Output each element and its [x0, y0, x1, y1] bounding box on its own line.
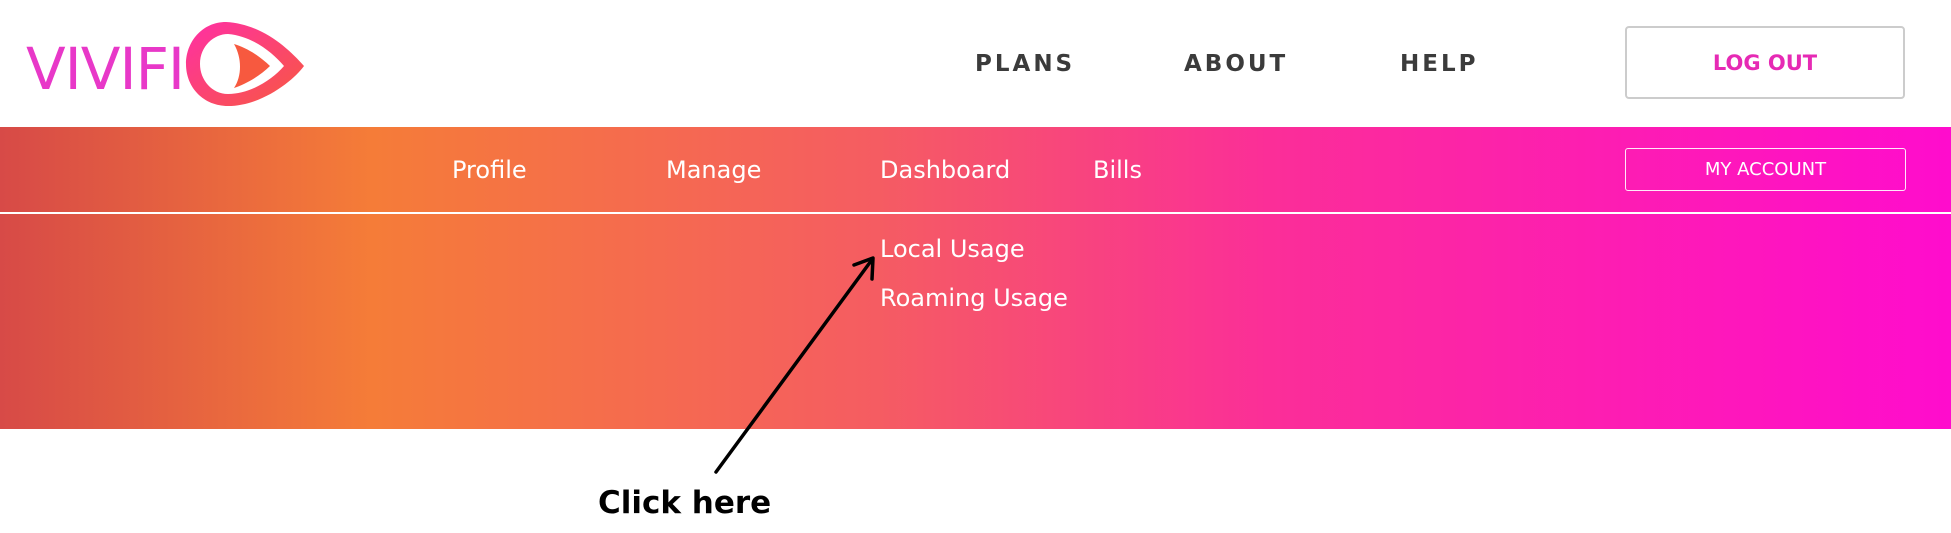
nav-about-link[interactable]: ABOUT [1184, 50, 1288, 78]
logo-mark-icon [186, 22, 304, 106]
nav-plans-link[interactable]: PLANS [975, 50, 1075, 78]
subnav-profile-link[interactable]: Profile [452, 155, 527, 185]
dropdown-roaming-usage-link[interactable]: Roaming Usage [880, 283, 1068, 313]
subnav-divider [0, 212, 1951, 214]
nav-help-link[interactable]: HELP [1400, 50, 1478, 78]
subnav-manage-link[interactable]: Manage [666, 155, 761, 185]
my-account-button[interactable]: MY ACCOUNT [1625, 148, 1906, 191]
vivifi-logo[interactable]: VIVIFI [26, 18, 304, 110]
logo-text: VIVIFI [26, 35, 185, 103]
dropdown-local-usage-link[interactable]: Local Usage [880, 234, 1025, 264]
annotation-label: Click here [598, 485, 772, 521]
site-header: VIVIFI PLANS ABOUT HELP LOG OUT [0, 0, 1951, 127]
account-menu-band: Profile Manage Dashboard Bills MY ACCOUN… [0, 127, 1951, 429]
subnav-dashboard-link[interactable]: Dashboard [880, 155, 1010, 185]
logout-button[interactable]: LOG OUT [1625, 26, 1905, 99]
subnav-bills-link[interactable]: Bills [1093, 155, 1142, 185]
